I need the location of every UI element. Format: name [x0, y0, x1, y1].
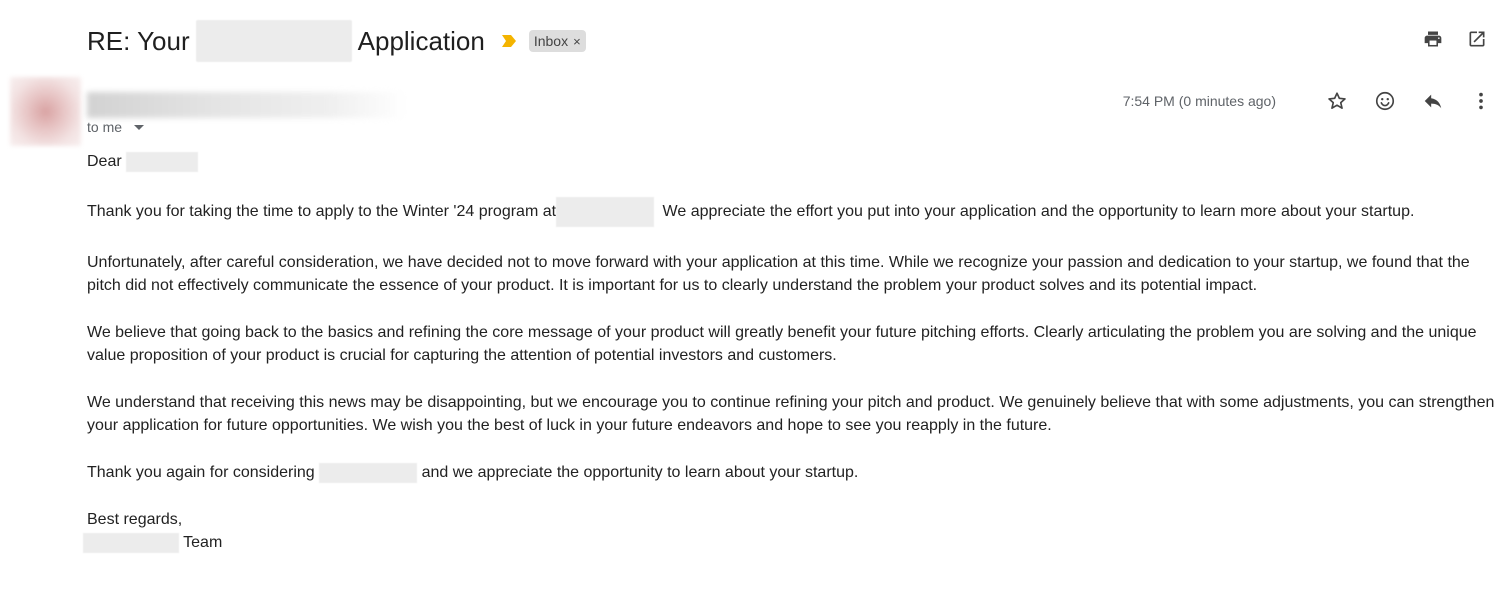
signoff: Best regards,	[87, 511, 183, 528]
redacted-sender-name[interactable]	[87, 92, 407, 118]
subject-row: RE: Your Application Inbox ×	[87, 18, 586, 64]
paragraph-4: We understand that receiving this news m…	[87, 394, 1495, 434]
message-body: Dear Thank you for taking the time to ap…	[83, 150, 1499, 554]
greeting: Dear	[87, 153, 122, 170]
recipients-dropdown[interactable]: to me	[87, 119, 145, 135]
paragraph-1-end: We appreciate the effort you put into yo…	[662, 203, 1415, 221]
paragraph-3: We believe that going back to the basics…	[87, 324, 1477, 364]
recipients-label: to me	[87, 119, 123, 135]
more-vert-icon[interactable]	[1470, 90, 1492, 112]
subject-prefix: RE: Your	[87, 25, 190, 56]
paragraph-5-start: Thank you again for considering	[87, 464, 315, 481]
paragraph-1: Thank you for taking the time to apply t…	[87, 197, 1499, 227]
important-marker-icon[interactable]	[501, 34, 517, 48]
thread-actions	[1422, 28, 1488, 50]
inbox-label-chip[interactable]: Inbox ×	[528, 30, 586, 52]
star-icon[interactable]	[1326, 90, 1348, 112]
greeting-paragraph: Dear	[87, 150, 1499, 173]
redacted-team-name	[83, 532, 179, 553]
reply-icon[interactable]	[1422, 90, 1444, 112]
label-text: Inbox	[533, 33, 569, 49]
message-actions: 7:54 PM (0 minutes ago)	[1123, 90, 1492, 112]
chevron-down-icon	[134, 124, 145, 130]
paragraph-1-start: Thank you for taking the time to apply t…	[87, 203, 557, 221]
email-subject: RE: Your Application	[87, 20, 485, 62]
redacted-company-name	[319, 462, 418, 483]
redacted-recipient-name	[126, 151, 199, 172]
email-view: RE: Your Application Inbox × to me 7:54 …	[0, 0, 1500, 590]
team-label: Team	[183, 534, 223, 551]
paragraph-5-end: and we appreciate the opportunity to lea…	[421, 464, 859, 481]
sender-avatar[interactable]	[10, 77, 81, 146]
paragraph-2: Unfortunately, after careful considerati…	[87, 254, 1470, 294]
signature: Team	[83, 531, 1499, 554]
redacted-company-name	[556, 197, 655, 227]
message-timestamp: 7:54 PM (0 minutes ago)	[1122, 93, 1276, 109]
open-in-new-window-icon[interactable]	[1466, 28, 1488, 50]
paragraph-5: Thank you again for considering and we a…	[87, 461, 1499, 484]
emoji-icon[interactable]	[1374, 90, 1396, 112]
redacted-subject-text	[195, 20, 352, 62]
subject-suffix: Application	[357, 25, 485, 56]
print-icon[interactable]	[1422, 28, 1444, 50]
remove-label-icon[interactable]: ×	[573, 34, 581, 49]
